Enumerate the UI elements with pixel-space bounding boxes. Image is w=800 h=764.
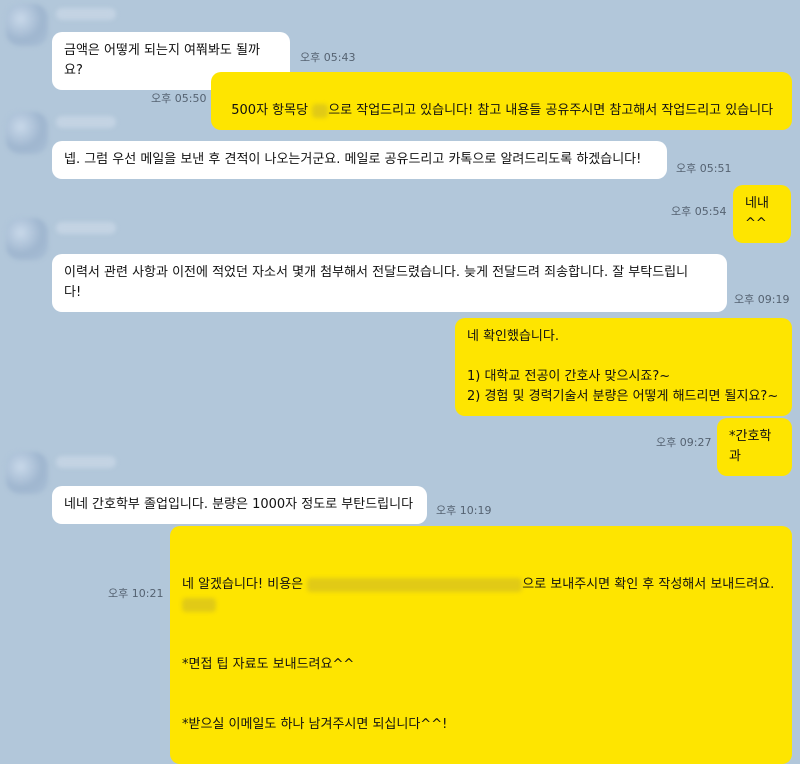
redacted-account [307, 577, 523, 592]
sender-avatar[interactable] [6, 452, 48, 494]
message-timestamp: 오후 10:19 [436, 504, 492, 517]
outgoing-message-bubble[interactable]: 네내^^ [733, 185, 791, 243]
sender-avatar[interactable] [6, 218, 48, 260]
sender-name [56, 456, 116, 468]
message-timestamp: 오후 05:54 [671, 205, 727, 218]
redacted-text [182, 597, 216, 612]
redacted-amount [312, 103, 329, 118]
message-line: *면접 팁 자료도 보내드려요^^ [182, 657, 355, 672]
message-timestamp: 오후 09:27 [656, 436, 712, 449]
message-line: *받으실 이메일도 하나 남겨주시면 되십니다^^! [182, 717, 448, 732]
sender-name [56, 116, 116, 128]
message-timestamp: 오후 09:19 [734, 293, 790, 306]
message-text: 으로 보내주시면 확인 후 작성해서 보내드려요. [522, 577, 779, 592]
incoming-message-bubble[interactable]: 네네 간호학부 졸업입니다. 분량은 1000자 정도로 부탄드립니다 [52, 486, 427, 524]
outgoing-message-bubble[interactable]: 500자 항목당 으로 작업드리고 있습니다! 참고 내용들 공유주시면 참고해… [211, 72, 792, 130]
message-timestamp: 오후 05:50 [151, 92, 207, 105]
sender-avatar[interactable] [6, 4, 48, 46]
message-line: 네 알겠습니다! 비용은 으로 보내주시면 확인 후 작성해서 보내드려요. [182, 575, 780, 615]
sender-name [56, 222, 116, 234]
outgoing-message-bubble[interactable]: 네 확인했습니다. 1) 대학교 전공이 간호사 맞으시죠?~ 2) 경험 및 … [455, 318, 792, 416]
message-timestamp: 오후 10:21 [108, 587, 164, 600]
message-timestamp: 오후 05:43 [300, 51, 356, 64]
message-text: 500자 항목당 [231, 103, 313, 118]
message-text: 네 알겠습니다! 비용은 [182, 577, 308, 592]
sender-avatar[interactable] [6, 112, 48, 154]
message-timestamp: 오후 05:51 [676, 162, 732, 175]
incoming-message-bubble[interactable]: 이력서 관련 사항과 이전에 적었던 자소서 몇개 첨부해서 전달드렸습니다. … [52, 254, 727, 312]
outgoing-message-bubble[interactable]: *간호학과 [717, 418, 792, 476]
sender-name [56, 8, 116, 20]
outgoing-message-bubble[interactable]: 네 알겠습니다! 비용은 으로 보내주시면 확인 후 작성해서 보내드려요. *… [170, 526, 792, 764]
message-text: 으로 작업드리고 있습니다! 참고 내용들 공유주시면 참고해서 작업드리고 있… [328, 103, 774, 118]
incoming-message-bubble[interactable]: 넵. 그럼 우선 메일을 보낸 후 견적이 나오는거군요. 메일로 공유드리고 … [52, 141, 667, 179]
